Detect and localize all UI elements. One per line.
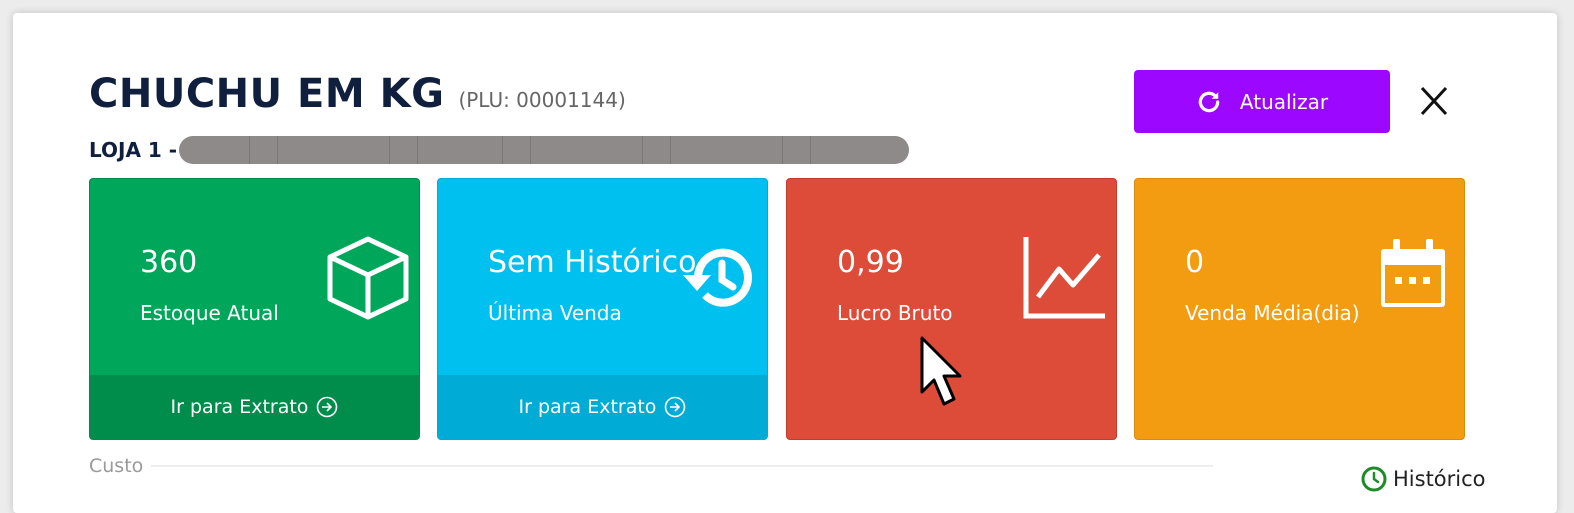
close-button[interactable]	[1419, 85, 1449, 117]
product-plu: (PLU: 00001144)	[458, 88, 626, 112]
arrow-circle-right-icon	[317, 396, 338, 418]
stock-card: 360 Estoque Atual Ir para Extrato	[89, 178, 420, 440]
refresh-icon	[1198, 91, 1220, 112]
last-sale-extract-label: Ir para Extrato	[518, 396, 657, 418]
calendar-icon	[1381, 239, 1445, 307]
redacted-store-name	[179, 136, 910, 164]
last-sale-label: Última Venda	[488, 301, 622, 325]
avg-sales-value: 0	[1185, 245, 1205, 280]
cube-icon	[327, 236, 409, 320]
stock-extract-link[interactable]: Ir para Extrato	[90, 375, 419, 439]
stock-label: Estoque Atual	[140, 301, 279, 325]
close-icon	[1420, 86, 1448, 116]
title-row: CHUCHU EM KG (PLU: 00001144)	[89, 71, 626, 117]
store-row: LOJA 1 -	[89, 136, 910, 164]
product-modal: CHUCHU EM KG (PLU: 00001144) LOJA 1 - At…	[13, 13, 1557, 513]
gross-profit-label: Lucro Bruto	[837, 301, 953, 325]
avg-sales-card: 0 Venda Média(dia)	[1134, 178, 1465, 440]
last-sale-value: Sem Histórico	[488, 245, 697, 280]
arrow-circle-right-icon	[665, 396, 686, 418]
refresh-button[interactable]: Atualizar	[1134, 70, 1390, 133]
history-icon	[683, 248, 752, 307]
cost-divider	[151, 465, 1213, 467]
cost-section: Custo	[89, 455, 1213, 477]
line-chart-icon	[1023, 237, 1105, 319]
clock-icon	[1361, 466, 1387, 492]
product-name: CHUCHU EM KG	[89, 71, 445, 117]
cost-label: Custo	[89, 455, 144, 477]
mouse-cursor-icon	[920, 336, 962, 406]
history-link[interactable]: Histórico	[1361, 466, 1486, 492]
stock-extract-label: Ir para Extrato	[170, 396, 309, 418]
last-sale-card: Sem Histórico Última Venda Ir para Extra…	[437, 178, 768, 440]
history-link-label: Histórico	[1393, 467, 1486, 491]
gross-profit-value: 0,99	[837, 245, 904, 280]
last-sale-extract-link[interactable]: Ir para Extrato	[438, 375, 767, 439]
avg-sales-label: Venda Média(dia)	[1185, 301, 1360, 325]
store-label: LOJA 1 -	[89, 138, 178, 162]
refresh-button-label: Atualizar	[1239, 89, 1329, 114]
stock-value: 360	[140, 245, 198, 280]
